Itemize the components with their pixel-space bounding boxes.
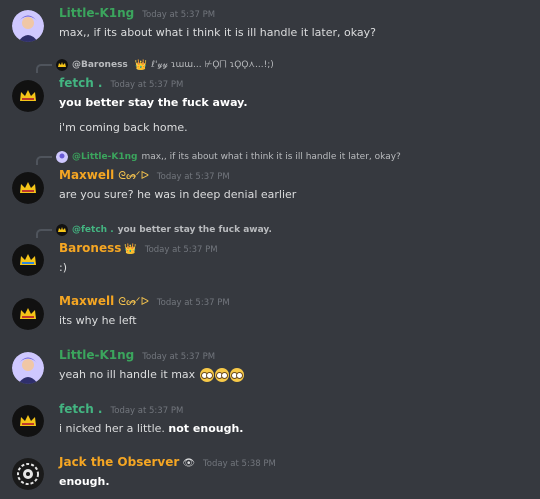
flushed-emoji-icon[interactable] xyxy=(214,368,229,382)
reply-author[interactable]: @Baroness xyxy=(72,60,128,70)
flushed-emoji-icon[interactable] xyxy=(199,368,214,382)
reply-spine xyxy=(36,228,52,238)
avatar-image xyxy=(12,458,44,490)
avatar[interactable] xyxy=(12,352,44,384)
reply-reference[interactable]: @Little-K1ng max,, if its about what i t… xyxy=(36,148,401,166)
name-decoration: ᘓᔕ̶̶ᐟᐅ xyxy=(118,169,149,182)
username[interactable]: Little-K1ng xyxy=(59,348,134,362)
avatar[interactable] xyxy=(12,80,44,112)
timestamp: Today at 5:38 PM xyxy=(203,459,276,469)
mini-avatar xyxy=(56,59,68,71)
avatar-image xyxy=(12,172,44,204)
timestamp: Today at 5:37 PM xyxy=(144,245,218,255)
timestamp: Today at 5:37 PM xyxy=(156,172,230,182)
reply-text: ℓ'𝓎𝓎 ɿɯɯ... ⊬Ϙ⨅ ɿϘϘ⋏...!;) xyxy=(151,60,274,70)
message-text: you better stay the fuck away. xyxy=(59,96,248,109)
avatar[interactable] xyxy=(12,458,44,490)
timestamp: Today at 5:37 PM xyxy=(110,406,184,416)
flushed-emoji-icon[interactable] xyxy=(229,368,244,382)
reply-text: you better stay the fuck away. xyxy=(117,225,272,235)
message-text: max,, if its about what i think it is il… xyxy=(59,26,377,39)
message-text: i'm coming back home. xyxy=(59,121,188,134)
message-text: its why he left xyxy=(59,314,137,327)
username[interactable]: Maxwell xyxy=(59,168,114,182)
timestamp: Today at 5:37 PM xyxy=(142,352,216,362)
crown-icon: 👑 xyxy=(134,59,148,71)
reply-reference[interactable]: @fetch . you better stay the fuck away. xyxy=(36,221,272,239)
message-text: i nicked her a little. not enough. xyxy=(59,422,244,435)
message-text: enough. xyxy=(59,475,110,488)
eye-icon: 👁 xyxy=(182,458,196,469)
avatar[interactable] xyxy=(12,172,44,204)
timestamp: Today at 5:37 PM xyxy=(110,80,184,90)
crown-icon: 👑 xyxy=(124,244,137,255)
username[interactable]: Baroness xyxy=(59,241,121,255)
message-text: yeah no ill handle it max xyxy=(59,368,244,382)
avatar[interactable] xyxy=(12,405,44,437)
reply-spine xyxy=(36,155,52,165)
reply-reference[interactable]: @Baroness 👑 ℓ'𝓎𝓎 ɿɯɯ... ⊬Ϙ⨅ ɿϘϘ⋏...!;) xyxy=(36,56,274,74)
chat-messages: Little-K1ng Today at 5:37 PM max,, if it… xyxy=(0,0,540,499)
reply-author[interactable]: @Little-K1ng xyxy=(72,152,137,162)
username[interactable]: Jack the Observer xyxy=(59,455,179,469)
name-decoration: ᘓᔕ̶̶ᐟᐅ xyxy=(118,295,149,308)
username[interactable]: fetch . xyxy=(59,402,103,416)
username[interactable]: Little-K1ng xyxy=(59,6,134,20)
timestamp: Today at 5:37 PM xyxy=(142,10,216,20)
avatar-image xyxy=(12,10,44,42)
timestamp: Today at 5:37 PM xyxy=(156,298,230,308)
avatar[interactable] xyxy=(12,244,44,276)
avatar-image xyxy=(12,352,44,384)
message-text: are you sure? he was in deep denial earl… xyxy=(59,188,297,201)
avatar-image xyxy=(12,244,44,276)
message-text: :) xyxy=(59,261,67,274)
reply-author[interactable]: @fetch . xyxy=(72,225,114,235)
reply-spine xyxy=(36,63,52,73)
avatar-image xyxy=(12,80,44,112)
avatar[interactable] xyxy=(12,10,44,42)
mini-avatar xyxy=(56,224,68,236)
avatar-image xyxy=(12,405,44,437)
avatar-image xyxy=(12,298,44,330)
mini-avatar xyxy=(56,151,68,163)
avatar[interactable] xyxy=(12,298,44,330)
username[interactable]: fetch . xyxy=(59,76,103,90)
username[interactable]: Maxwell xyxy=(59,294,114,308)
reply-text: max,, if its about what i think it is il… xyxy=(141,152,401,162)
